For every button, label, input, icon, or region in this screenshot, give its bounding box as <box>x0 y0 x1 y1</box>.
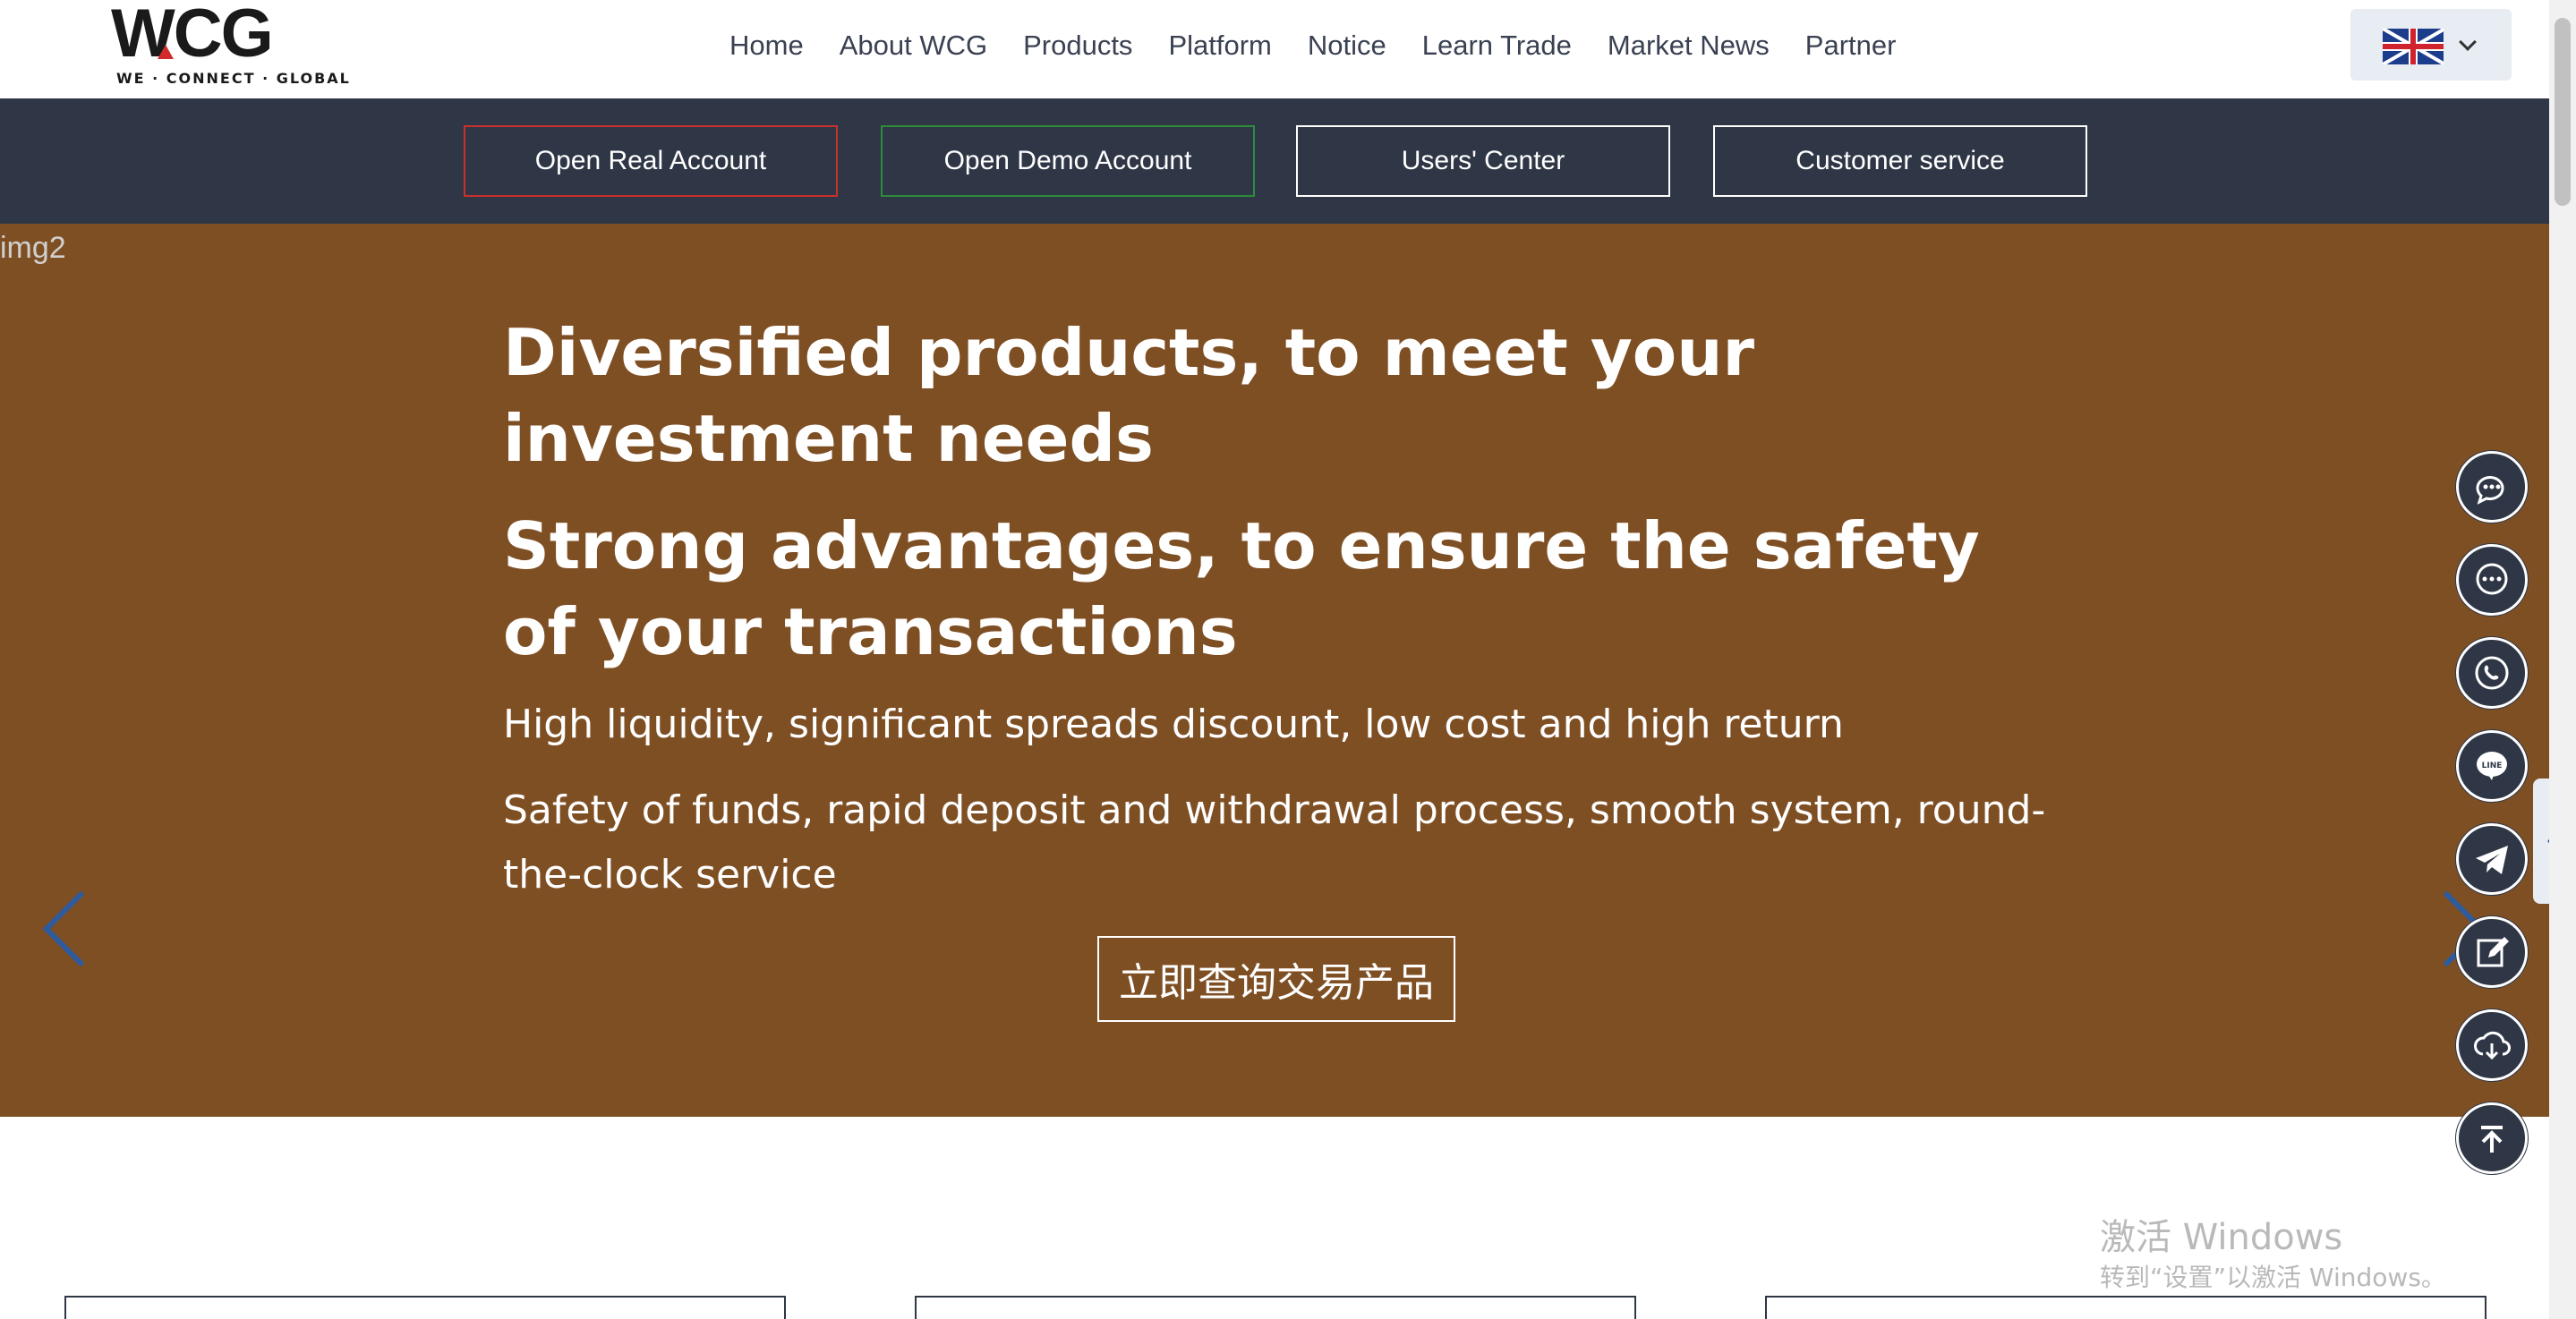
open-demo-account-button[interactable]: Open Demo Account <box>881 125 1255 197</box>
hero-text-2: Safety of funds, rapid deposit and withd… <box>503 787 2046 898</box>
download-cloud-icon[interactable] <box>2456 1009 2528 1081</box>
whatsapp-icon[interactable] <box>2456 637 2528 709</box>
edit-icon[interactable] <box>2456 916 2528 988</box>
query-products-button[interactable]: 立即查询交易产品 <box>1097 936 1455 1022</box>
logo-red-accent <box>158 45 174 59</box>
logo-mark: WCG <box>111 0 274 72</box>
top-navigation-bar: WCG WE · CONNECT · GLOBAL Home About WCG… <box>0 0 2549 98</box>
language-selector[interactable] <box>2350 9 2512 81</box>
nav-item-products[interactable]: Products <box>1005 27 1150 64</box>
feature-card <box>1765 1296 2486 1319</box>
feature-card <box>64 1296 786 1319</box>
logo-tagline: WE · CONNECT · GLOBAL <box>116 70 351 87</box>
svg-text:LINE: LINE <box>2482 762 2503 770</box>
customer-service-button[interactable]: Customer service <box>1713 125 2087 197</box>
carousel-prev-icon[interactable] <box>42 890 119 967</box>
nav-item-platform[interactable]: Platform <box>1150 27 1289 64</box>
telegram-icon[interactable] <box>2456 823 2528 895</box>
back-to-top-icon[interactable] <box>2456 1102 2528 1174</box>
line-icon[interactable]: LINE <box>2456 730 2528 802</box>
nav-item-market-news[interactable]: Market News <box>1590 27 1787 64</box>
wcg-logo[interactable]: WCG WE · CONNECT · GLOBAL <box>111 0 349 89</box>
nav-item-learn-trade[interactable]: Learn Trade <box>1404 27 1590 64</box>
watermark-line-2: 转到“设置”以激活 Windows。 <box>2100 1263 2446 1292</box>
chevron-down-icon <box>2459 33 2477 51</box>
hero-banner: img2 Diversified products, to meet your … <box>0 224 2549 1117</box>
scrollbar-thumb[interactable] <box>2555 18 2571 206</box>
main-nav: Home About WCG Products Platform Notice … <box>712 27 1914 64</box>
hero-title-2: Strong advantages, to ensure the safety … <box>503 508 1980 669</box>
users-center-button[interactable]: Users' Center <box>1296 125 1670 197</box>
nav-item-notice[interactable]: Notice <box>1290 27 1404 64</box>
chat-bubbles-icon[interactable] <box>2456 451 2528 523</box>
hero-content: Diversified products, to meet your inves… <box>503 310 2060 907</box>
open-real-account-button[interactable]: Open Real Account <box>464 125 838 197</box>
uk-flag-icon <box>2383 29 2444 64</box>
hero-title-1: Diversified products, to meet your inves… <box>503 315 1755 476</box>
windows-activation-watermark: 激活 Windows 转到“设置”以激活 Windows。 <box>2100 1215 2446 1296</box>
account-action-bar: Open Real Account Open Demo Account User… <box>0 98 2549 224</box>
nav-item-about[interactable]: About WCG <box>822 27 1005 64</box>
hero-text-1: High liquidity, significant spreads disc… <box>503 702 1844 747</box>
nav-item-home[interactable]: Home <box>712 27 822 64</box>
broken-image-alt: img2 <box>0 231 66 265</box>
feature-card <box>915 1296 1636 1319</box>
message-icon[interactable] <box>2456 544 2528 616</box>
nav-item-partner[interactable]: Partner <box>1787 27 1915 64</box>
watermark-line-1: 激活 Windows <box>2100 1217 2343 1258</box>
